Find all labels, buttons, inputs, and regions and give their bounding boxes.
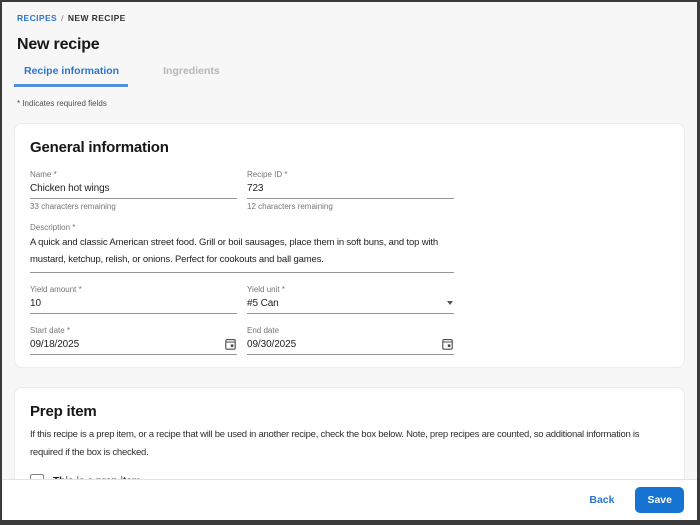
name-id-row: Name * Chicken hot wings 33 characters r…	[30, 170, 454, 211]
end-date-input-value: 09/30/2025	[247, 338, 297, 350]
start-date-field-label: Start date *	[30, 326, 71, 336]
general-information-heading: General information	[30, 139, 169, 156]
yield-amount-field: Yield amount * 10	[30, 285, 237, 315]
end-date-field: End date 09/30/2025	[247, 326, 454, 356]
description-input-value: A quick and classic American street food…	[30, 237, 439, 265]
yield-unit-field: Yield unit * #5 Can	[247, 285, 454, 315]
required-fields-note: * Indicates required fields	[17, 99, 107, 108]
new-recipe-page: RECIPES / NEW RECIPE New recipe Recipe inf…	[2, 2, 697, 520]
name-input-value: Chicken hot wings	[30, 182, 110, 194]
recipe-id-input-value: 723	[247, 182, 264, 194]
yield-amount-input-value: 10	[30, 297, 41, 309]
prep-item-heading: Prep item	[30, 403, 97, 421]
recipe-id-field: Recipe ID * 723 12 characters remaining	[247, 170, 454, 211]
name-helper-text: 33 characters remaining	[30, 202, 116, 211]
page-title: New recipe	[17, 36, 100, 53]
recipe-id-helper-text: 12 characters remaining	[247, 202, 333, 211]
end-date-field-label: End date	[247, 326, 280, 336]
end-date-input[interactable]: 09/30/2025	[247, 335, 454, 356]
breadcrumb: RECIPES / NEW RECIPE	[2, 2, 697, 23]
footer-action-bar: Back Save	[2, 479, 697, 520]
name-input[interactable]: Chicken hot wings	[30, 179, 237, 199]
breadcrumb-link-recipes[interactable]: RECIPES	[17, 13, 57, 23]
start-date-input[interactable]: 09/18/2025	[30, 335, 237, 356]
calendar-icon[interactable]	[442, 338, 453, 351]
prep-item-description: If this recipe is a prep item, or a reci…	[30, 429, 640, 458]
yield-amount-field-label: Yield amount *	[30, 285, 82, 295]
general-information-fields: Name * Chicken hot wings 33 characters r…	[30, 170, 454, 356]
back-button[interactable]: Back	[589, 494, 614, 506]
tab-recipe-information[interactable]: Recipe information	[14, 65, 129, 87]
start-date-field: Start date * 09/18/2025	[30, 326, 237, 356]
recipe-id-input[interactable]: 723	[247, 179, 454, 199]
yield-unit-selected-value: #5 Can	[247, 297, 279, 309]
tab-bar: Recipe information Ingredients	[14, 65, 697, 87]
save-button[interactable]: Save	[635, 487, 684, 513]
yield-unit-field-label: Yield unit *	[247, 285, 285, 295]
breadcrumb-current: NEW RECIPE	[67, 13, 126, 23]
calendar-icon[interactable]	[225, 338, 236, 351]
breadcrumb-separator: /	[61, 13, 64, 23]
description-field-label: Description *	[30, 223, 76, 232]
description-field: Description * A quick and classic Americ…	[30, 223, 454, 274]
chevron-down-icon[interactable]	[447, 301, 453, 306]
description-input[interactable]: A quick and classic American street food…	[30, 232, 454, 274]
name-field: Name * Chicken hot wings 33 characters r…	[30, 170, 237, 211]
recipe-id-field-label: Recipe ID *	[247, 170, 288, 179]
date-row: Start date * 09/18/2025 End date 09/30/2…	[30, 326, 454, 356]
tab-ingredients[interactable]: Ingredients	[153, 65, 229, 87]
start-date-input-value: 09/18/2025	[30, 338, 80, 350]
name-field-label: Name *	[30, 170, 57, 179]
yield-amount-input[interactable]: 10	[30, 294, 237, 315]
yield-unit-select[interactable]: #5 Can	[247, 294, 454, 315]
general-information-card: General information Name * Chicken hot w…	[14, 123, 685, 369]
yield-row: Yield amount * 10 Yield unit * #5 Can	[30, 285, 454, 315]
